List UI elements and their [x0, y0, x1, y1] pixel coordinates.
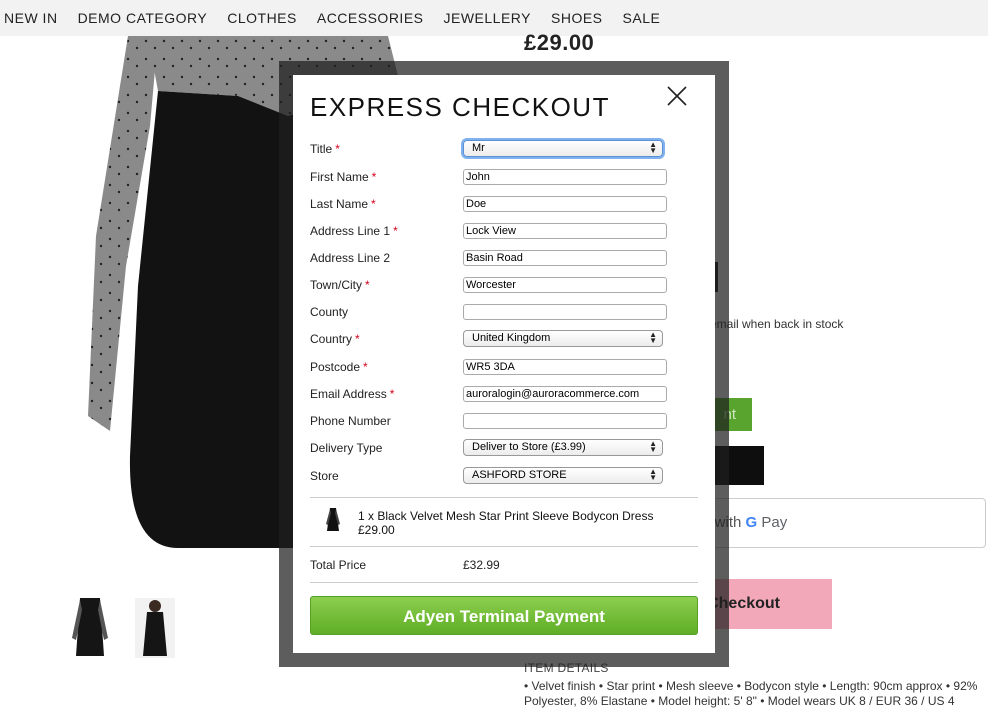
- last-name-field[interactable]: Doe: [463, 196, 667, 212]
- phone-field[interactable]: [463, 413, 667, 429]
- gpay-brand-label: Pay: [761, 514, 788, 531]
- county-label: County: [310, 305, 349, 319]
- total-price-value: £32.99: [463, 558, 500, 572]
- summary-item-price: £29.00: [358, 523, 395, 537]
- form-row-address1: Address Line 1 * Lock View: [310, 222, 700, 240]
- form-row-phone: Phone Number: [310, 412, 700, 430]
- nav-item-new-in[interactable]: NEW IN: [4, 0, 58, 36]
- form-row-first-name: First Name * John: [310, 168, 700, 186]
- form-row-town: Town/City * Worcester: [310, 276, 700, 294]
- form-row-address2: Address Line 2 Basin Road: [310, 249, 700, 267]
- summary-item-name: 1 x Black Velvet Mesh Star Print Sleeve …: [358, 509, 654, 523]
- email-label: Email Address *: [310, 387, 395, 401]
- summary-product-thumbnail: [326, 508, 340, 532]
- thumbnail-1[interactable]: [70, 598, 110, 658]
- divider: [310, 582, 698, 583]
- phone-label: Phone Number: [310, 414, 391, 428]
- adyen-terminal-payment-button[interactable]: Adyen Terminal Payment: [310, 596, 698, 635]
- thumbnail-strip: [70, 598, 175, 658]
- delivery-label: Delivery Type: [310, 441, 383, 455]
- nav-item-demo-category[interactable]: DEMO CATEGORY: [78, 0, 208, 36]
- first-name-field[interactable]: John: [463, 169, 667, 185]
- select-arrows-icon: ▲ ▼: [649, 467, 657, 482]
- select-arrows-icon: ▲ ▼: [649, 330, 657, 345]
- postcode-field[interactable]: WR5 3DA: [463, 359, 667, 375]
- form-row-postcode: Postcode * WR5 3DA: [310, 358, 700, 376]
- store-select[interactable]: ASHFORD STORE ▲ ▼: [463, 467, 663, 484]
- last-name-label: Last Name *: [310, 197, 376, 211]
- total-price-label: Total Price: [310, 558, 367, 572]
- form-row-delivery: Delivery Type Deliver to Store (£3.99) ▲ ▼: [310, 439, 700, 457]
- town-field[interactable]: Worcester: [463, 277, 667, 293]
- form-row-country: Country * United Kingdom ▲ ▼: [310, 330, 700, 348]
- form-row-last-name: Last Name * Doe: [310, 195, 700, 213]
- select-arrows-icon: ▲ ▼: [649, 439, 657, 454]
- form-row-email: Email Address * auroralogin@auroracommerc…: [310, 385, 700, 403]
- nav-item-jewellery[interactable]: JEWELLERY: [444, 0, 532, 36]
- county-field[interactable]: [463, 304, 667, 320]
- form-row-title: Title * Mr ▲ ▼: [310, 140, 700, 158]
- close-icon[interactable]: [665, 84, 689, 108]
- nav-item-sale[interactable]: SALE: [623, 0, 661, 36]
- divider: [310, 546, 698, 547]
- divider: [310, 497, 698, 498]
- address1-field[interactable]: Lock View: [463, 223, 667, 239]
- nav-item-accessories[interactable]: ACCESSORIES: [317, 0, 424, 36]
- postcode-label: Postcode *: [310, 360, 368, 374]
- express-checkout-modal: EXPRESS CHECKOUT Title * Mr ▲ ▼ First Name *…: [293, 75, 715, 653]
- first-name-label: First Name *: [310, 170, 377, 184]
- store-label: Store: [310, 469, 339, 483]
- email-field[interactable]: auroralogin@auroracommerce.com: [463, 386, 667, 402]
- address1-label: Address Line 1 *: [310, 224, 398, 238]
- title-select[interactable]: Mr ▲ ▼: [463, 140, 663, 157]
- address2-label: Address Line 2: [310, 251, 391, 265]
- product-price: £29.00: [524, 30, 595, 55]
- thumbnail-2[interactable]: [135, 598, 175, 658]
- google-g-icon: G: [745, 514, 758, 531]
- modal-title: EXPRESS CHECKOUT: [310, 92, 610, 122]
- order-summary-line: 1 x Black Velvet Mesh Star Print Sleeve …: [358, 509, 653, 537]
- title-label: Title *: [310, 142, 340, 156]
- country-label: Country *: [310, 332, 360, 346]
- nav-item-clothes[interactable]: CLOTHES: [227, 0, 297, 36]
- delivery-select[interactable]: Deliver to Store (£3.99) ▲ ▼: [463, 439, 663, 456]
- country-select[interactable]: United Kingdom ▲ ▼: [463, 330, 663, 347]
- address2-field[interactable]: Basin Road: [463, 250, 667, 266]
- top-nav: NEW IN DEMO CATEGORY CLOTHES ACCESSORIES…: [0, 0, 988, 36]
- item-details-text: • Velvet finish • Star print • Mesh slee…: [524, 679, 978, 708]
- form-row-store: Store ASHFORD STORE ▲ ▼: [310, 467, 700, 485]
- town-label: Town/City *: [310, 278, 370, 292]
- select-arrows-icon: ▲ ▼: [649, 140, 657, 155]
- form-row-county: County: [310, 303, 700, 321]
